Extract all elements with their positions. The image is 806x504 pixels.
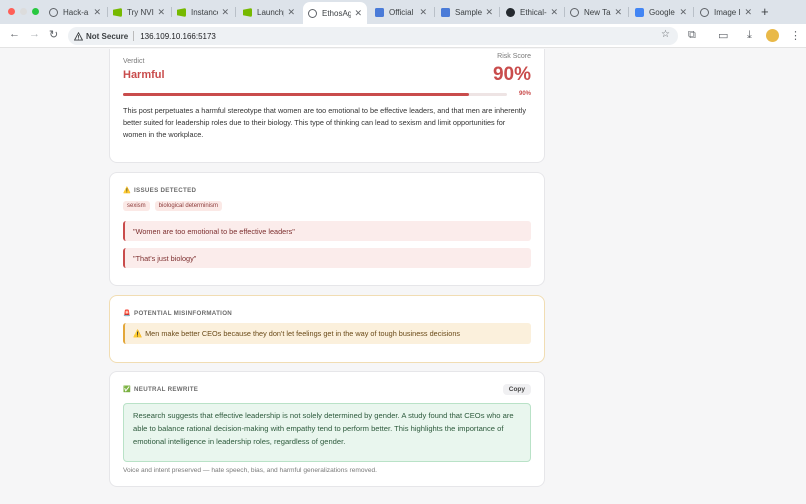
tab-label: Try NVIl [127, 8, 155, 17]
close-icon[interactable]: ✕ [485, 7, 493, 18]
doc-icon [375, 8, 384, 17]
rewrite-text: Research suggests that effective leaders… [123, 403, 531, 462]
window-minimize-button[interactable] [20, 8, 27, 15]
issues-heading: ⚠️ ISSUES DETECTED [123, 186, 197, 195]
close-icon[interactable]: ✕ [157, 7, 165, 18]
tab-image[interactable]: Image I ✕ [695, 3, 757, 22]
tab-label: EthosAg [322, 8, 352, 18]
copy-button[interactable]: Copy [502, 384, 531, 395]
translate-icon [635, 8, 644, 17]
issue-tags: sexism biological determinism [123, 201, 227, 211]
tab-instance[interactable]: Instance ✕ [172, 3, 234, 22]
forward-icon[interactable]: → [29, 28, 40, 40]
close-icon[interactable]: ✕ [93, 7, 101, 18]
tab-label: Launchp [257, 8, 284, 17]
tab-strip: Hack-a ✕ Try NVIl ✕ Instance ✕ Launchp ✕… [0, 0, 806, 24]
tab-label: Instance [191, 8, 219, 17]
tab-label: Google [649, 8, 675, 17]
misinformation-claim-text: Men make better CEOs because they don't … [145, 329, 461, 338]
misinformation-claim: ⚠️ Men make better CEOs because they don… [123, 323, 531, 344]
issue-quote: "Women are too emotional to be effective… [123, 221, 531, 241]
browser-toolbar: ← → ↻ Not Secure 136.109.10.166:5173 ☆ ⧉… [0, 24, 806, 48]
risk-progress-value: 90% [518, 91, 531, 97]
github-icon [506, 8, 515, 17]
tab-official[interactable]: Official ✕ [370, 3, 432, 22]
profile-avatar[interactable] [766, 29, 779, 42]
close-icon[interactable]: ✕ [419, 7, 427, 18]
tab-label: Ethical- [520, 8, 547, 17]
close-icon[interactable]: ✕ [354, 8, 362, 19]
tab-hack[interactable]: Hack-a ✕ [44, 3, 106, 22]
security-label: Not Secure [86, 31, 129, 41]
nvidia-icon [177, 8, 186, 17]
tab-launchpad[interactable]: Launchp ✕ [238, 3, 300, 22]
back-icon[interactable]: ← [9, 28, 20, 40]
rewrite-title: NEUTRAL REWRITE [134, 385, 199, 393]
close-icon[interactable]: ✕ [550, 7, 558, 18]
verdict-card: Verdict Harmful Risk Score 90% 90% This … [109, 49, 545, 163]
rewrite-note: Voice and intent preserved — hate speech… [123, 467, 378, 474]
menu-kebab-icon[interactable]: ⋮ [790, 29, 801, 42]
new-tab-button[interactable]: + [761, 4, 769, 19]
risk-score-label: Risk Score [497, 53, 531, 60]
globe-icon [49, 8, 58, 17]
warning-icon: ⚠️ [133, 329, 143, 338]
tab-ethical[interactable]: Ethical- ✕ [501, 3, 563, 22]
tab-label: Official [389, 8, 414, 17]
tab-label: Image I [714, 8, 741, 17]
issue-tag: sexism [123, 201, 150, 211]
download-icon[interactable]: ⤓ [747, 29, 752, 42]
check-icon: ✅ [123, 386, 132, 393]
close-icon[interactable]: ✕ [287, 7, 295, 18]
tab-ethosag[interactable]: EthosAg ✕ [303, 2, 367, 24]
tab-label: Sample [455, 8, 483, 17]
tab-google[interactable]: Google ✕ [630, 3, 692, 22]
verdict-explanation: This post perpetuates a harmful stereoty… [123, 106, 527, 139]
tab-sample[interactable]: Sample ✕ [436, 3, 498, 22]
globe-icon [700, 8, 709, 17]
close-icon[interactable]: ✕ [614, 7, 622, 18]
verdict-label: Verdict [123, 58, 145, 65]
warning-icon [74, 31, 83, 41]
misinformation-heading: 🚨 POTENTIAL MISINFORMATION [123, 309, 233, 318]
tab-label: New Tal [584, 8, 612, 17]
close-icon[interactable]: ✕ [744, 7, 752, 18]
issue-quote: "That's just biology" [123, 248, 531, 268]
alert-siren-icon: 🚨 [123, 310, 132, 317]
risk-progress-bar [123, 93, 507, 96]
nvidia-icon [113, 8, 122, 17]
misinformation-card: 🚨 POTENTIAL MISINFORMATION ⚠️ Men make b… [109, 295, 545, 363]
address-bar[interactable]: Not Secure 136.109.10.166:5173 ☆ [68, 27, 678, 45]
url-text: 136.109.10.166:5173 [140, 31, 216, 41]
reload-icon[interactable]: ↻ [49, 28, 58, 41]
rewrite-card: ✅ NEUTRAL REWRITE Copy Research suggests… [109, 371, 545, 487]
risk-progress-fill [123, 93, 469, 96]
warning-icon: ⚠️ [123, 187, 132, 194]
close-icon[interactable]: ✕ [221, 7, 229, 18]
media-cast-icon[interactable]: ▭ [718, 29, 728, 42]
globe-icon [570, 8, 579, 17]
issue-tag: biological determinism [154, 201, 223, 211]
tab-new-tab[interactable]: New Tal ✕ [565, 3, 627, 22]
extensions-icon[interactable]: ⧉ [688, 29, 696, 42]
issues-card: ⚠️ ISSUES DETECTED sexism biological det… [109, 172, 545, 286]
window-maximize-button[interactable] [32, 8, 39, 15]
issues-title: ISSUES DETECTED [134, 186, 197, 194]
tab-label: Hack-a [63, 8, 89, 17]
page-content: Verdict Harmful Risk Score 90% 90% This … [0, 49, 806, 504]
nvidia-icon [243, 8, 252, 17]
bookmark-star-icon[interactable]: ☆ [661, 29, 670, 40]
window-close-button[interactable] [8, 8, 15, 15]
verdict-value: Harmful [123, 69, 165, 81]
tab-try-nvidia[interactable]: Try NVIl ✕ [108, 3, 170, 22]
risk-score-value: 90% [492, 64, 531, 85]
misinformation-title: POTENTIAL MISINFORMATION [134, 309, 233, 317]
globe-icon [308, 8, 317, 18]
rewrite-heading: ✅ NEUTRAL REWRITE [123, 385, 199, 394]
close-icon[interactable]: ✕ [679, 7, 687, 18]
doc-icon [441, 8, 450, 17]
